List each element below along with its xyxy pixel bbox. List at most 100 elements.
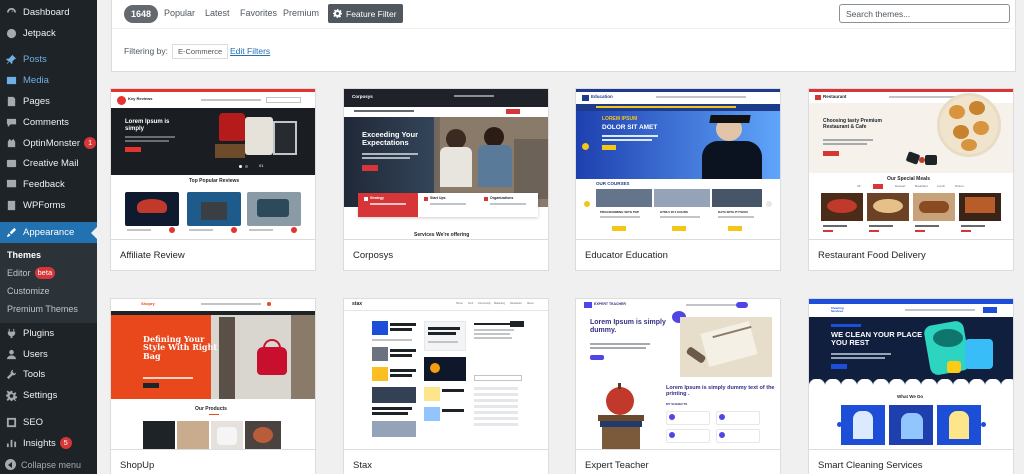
- theme-screenshot: Key Reviews Lorem Ipsum is simply 01 Top…: [111, 89, 315, 240]
- preview-section-title: Services We're offering: [414, 232, 470, 238]
- theme-name: Stax: [353, 460, 373, 471]
- active-filter-tag: E-Commerce: [172, 44, 229, 59]
- filtering-by-label: Filtering by:: [124, 46, 168, 56]
- menu-media[interactable]: Media: [0, 70, 97, 91]
- menu-seo[interactable]: SEO: [0, 412, 97, 433]
- preview-filter: Breakfast: [915, 184, 928, 188]
- collapse-arrow-icon: [5, 459, 16, 470]
- collapse-menu-button[interactable]: Collapse menu: [5, 459, 81, 470]
- menu-wpforms[interactable]: WPForms: [0, 195, 97, 216]
- preview-section-title: Our Products: [195, 406, 227, 412]
- menu-appearance[interactable]: Appearance: [0, 221, 97, 243]
- theme-card[interactable]: Restaurant Choosing tasty Premium Restau…: [808, 88, 1014, 271]
- theme-name: Expert Teacher: [585, 460, 649, 471]
- preview-course: DATA WITH PYTHON: [718, 210, 748, 214]
- menu-users[interactable]: Users: [0, 344, 97, 365]
- preview-logo: Restaurant: [823, 94, 847, 99]
- preview-nav: About: [527, 302, 534, 305]
- menu-label: Insights: [23, 437, 56, 449]
- submenu-premium-themes[interactable]: Premium Themes: [0, 300, 97, 318]
- menu-pages[interactable]: Pages: [0, 91, 97, 112]
- menu-plugins[interactable]: Plugins: [0, 323, 97, 344]
- jetpack-icon: [5, 27, 18, 40]
- menu-label: Posts: [23, 54, 47, 66]
- beta-badge: beta: [34, 266, 56, 279]
- menu-label: Media: [23, 75, 49, 87]
- menu-comments[interactable]: Comments: [0, 112, 97, 133]
- theme-filter-bar: 1648 Popular Latest Favorites Premium Fe…: [111, 0, 1017, 72]
- theme-card[interactable]: Cleaning Services WE CLEAN YOUR PLACE YO…: [808, 298, 1014, 474]
- edit-filters-link[interactable]: Edit Filters: [230, 46, 270, 56]
- admin-sidebar: Dashboard Jetpack Posts Media Pages Comm…: [0, 0, 97, 474]
- menu-label: Appearance: [23, 226, 75, 238]
- theme-screenshot: Shopry Defining Your Style With Right Ba…: [111, 299, 315, 450]
- preview-counter: 01: [259, 163, 264, 168]
- menu-feedback[interactable]: Feedback: [0, 174, 97, 195]
- theme-count-badge: 1648: [124, 5, 159, 23]
- preview-nav: Community: [478, 302, 491, 305]
- theme-card[interactable]: Corposys Exceeding Your Expectations Str…: [343, 88, 549, 271]
- preview-card-label: Start Ups: [430, 196, 446, 200]
- theme-screenshot: Education LOREM IPSUM DOLOR SIT AMET OUR…: [576, 89, 780, 240]
- wpforms-icon: [5, 199, 18, 212]
- menu-posts[interactable]: Posts: [0, 50, 97, 71]
- theme-card[interactable]: stax Home Tech Community Marketing Newsl…: [343, 298, 549, 474]
- preview-course: HTML5 IN 5 HOURS: [660, 210, 689, 214]
- menu-insights[interactable]: Insights 5: [0, 433, 97, 454]
- preview-hero: Defining Your Style With Right Bag: [143, 334, 218, 361]
- tools-icon: [5, 368, 18, 381]
- optinmonster-icon: [5, 137, 18, 150]
- submenu-label: Editor: [7, 267, 31, 278]
- tab-popular[interactable]: Popular: [164, 8, 195, 18]
- theme-name: Corposys: [353, 250, 394, 261]
- menu-dashboard[interactable]: Dashboard: [0, 2, 97, 23]
- theme-card[interactable]: Education LOREM IPSUM DOLOR SIT AMET OUR…: [575, 88, 781, 271]
- preview-nav: Tech: [468, 302, 474, 305]
- menu-label: Jetpack: [23, 27, 56, 39]
- menu-label: Comments: [23, 116, 69, 128]
- menu-label: Pages: [23, 96, 50, 108]
- tab-premium[interactable]: Premium: [283, 8, 319, 18]
- preview-hero: Choosing tasty Premium Restaurant & Cafe: [823, 118, 882, 130]
- preview-card-label: Strategy: [370, 196, 385, 200]
- search-themes-input[interactable]: [839, 4, 1010, 23]
- preview-card-label: Organizations: [490, 196, 514, 200]
- preview-hero: Exceeding Your Expectations: [362, 130, 418, 148]
- preview-subhero: Lorem Ipsum is simply dummy text of the …: [666, 385, 775, 398]
- menu-settings[interactable]: Settings: [0, 385, 97, 406]
- submenu-customize[interactable]: Customize: [0, 282, 97, 300]
- theme-screenshot: Restaurant Choosing tasty Premium Restau…: [809, 89, 1013, 240]
- theme-card[interactable]: Shopry Defining Your Style With Right Ba…: [110, 298, 316, 474]
- menu-label: Dashboard: [23, 6, 70, 18]
- notification-badge: 1: [84, 137, 97, 150]
- menu-creative-mail[interactable]: Creative Mail: [0, 154, 97, 175]
- settings-icon: [5, 389, 18, 402]
- theme-card[interactable]: EXPERT TEACHER Lorem Ipsum is simply dum…: [575, 298, 781, 474]
- tab-favorites[interactable]: Favorites: [240, 8, 277, 18]
- feature-filter-button[interactable]: Feature Filter: [328, 4, 403, 23]
- menu-label: OptinMonster: [23, 137, 81, 149]
- pin-icon: [5, 53, 18, 66]
- theme-card[interactable]: Key Reviews Lorem Ipsum is simply 01 Top…: [110, 88, 316, 271]
- creative-mail-icon: [5, 157, 18, 170]
- submenu-editor[interactable]: Editor beta: [0, 264, 97, 282]
- preview-hero: DOLOR SIT AMET: [602, 124, 658, 131]
- menu-label: Creative Mail: [23, 158, 79, 170]
- preview-nav: Newsletter: [510, 302, 522, 305]
- menu-label: SEO: [23, 417, 44, 429]
- submenu-themes[interactable]: Themes: [0, 246, 97, 264]
- preview-subjects-label: MY SUBJECTS: [666, 402, 688, 406]
- plugins-icon: [5, 327, 18, 340]
- media-icon: [5, 74, 18, 87]
- gear-icon: [333, 9, 342, 18]
- filter-tabs-row: 1648 Popular Latest Favorites Premium Fe…: [112, 0, 1017, 29]
- theme-screenshot: Corposys Exceeding Your Expectations Str…: [344, 89, 548, 240]
- feedback-icon: [5, 178, 18, 191]
- preview-logo: EXPERT TEACHER: [594, 302, 626, 306]
- preview-filter: Lunch: [937, 184, 946, 188]
- menu-optinmonster[interactable]: OptinMonster 1: [0, 133, 97, 154]
- collapse-label: Collapse menu: [21, 459, 82, 470]
- menu-jetpack[interactable]: Jetpack: [0, 23, 97, 44]
- tab-latest[interactable]: Latest: [205, 8, 230, 18]
- menu-tools[interactable]: Tools: [0, 365, 97, 386]
